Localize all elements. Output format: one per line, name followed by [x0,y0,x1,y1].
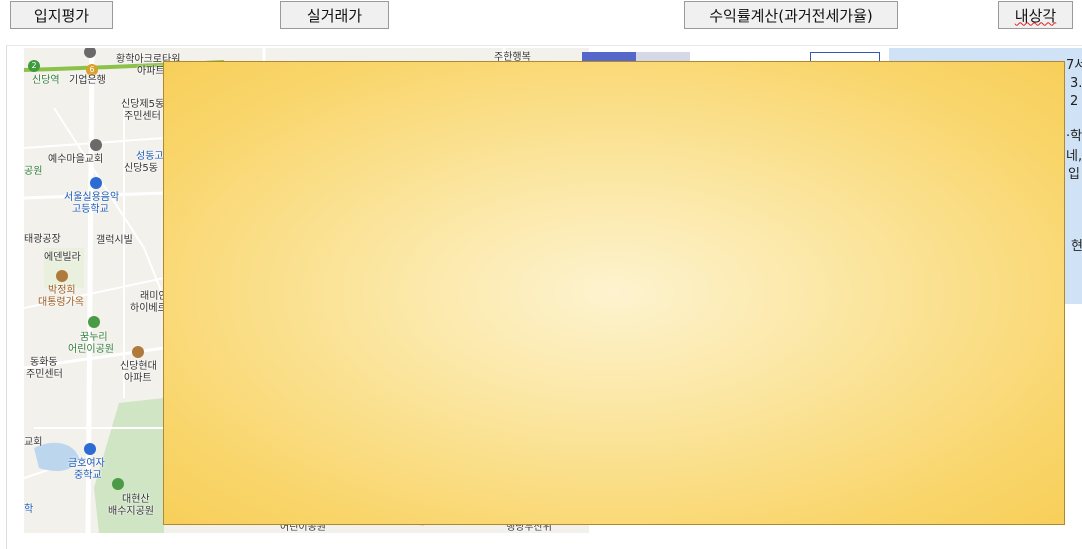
map-label: 신당역 [32,75,60,86]
panel-text: 입 [1068,167,1080,182]
real-transaction-price-button[interactable]: 실거래가 [280,1,389,29]
map-label: 대현산 [122,494,150,505]
panel-text: 7서 [1066,58,1082,73]
panel-text: 3. [1070,76,1082,91]
building-icon [132,346,144,358]
yield-calculation-button[interactable]: 수익률계산(과거전세가율) [684,1,898,29]
panel-text: 2 [1070,94,1079,109]
map-label: 신당현대 [120,361,157,372]
park-icon [88,316,100,328]
depreciation-label: 내상각 [1014,6,1057,25]
school-icon [84,443,96,455]
map-label: 하이베르 [130,303,167,314]
church-icon [90,139,102,151]
panel-text: 현 [1071,239,1082,254]
map-label: 신당5동 [124,163,158,174]
map-label: 성동고 [136,151,164,162]
map-label: 예수마을교회 [48,154,104,165]
map-label: 교회 [24,437,43,448]
map-label: 신당제5동 [121,99,165,110]
map-label: 서울실용음악 [64,192,120,203]
map-label: 기업은행 [69,75,106,86]
map-label: 공원 [24,166,43,177]
map-label: 주민센터 [26,369,63,380]
map-label: 어린이공원 [68,344,114,355]
school-icon [90,177,102,189]
map-label: 대통령가옥 [38,297,84,308]
map-label: 학 [24,504,34,515]
loading-overlay [163,61,1065,525]
panel-text: 네, [1066,149,1082,164]
map-label: 배수지공원 [108,506,154,517]
landmark-icon [56,270,68,282]
map-label: 동화동 [30,357,58,368]
map-label: 꿈누리 [80,332,108,343]
map-label: 주민센터 [124,111,161,122]
subway-line-2-icon: 2 [28,60,40,72]
map-label: 아파트 [124,373,152,384]
map-label: 고등학교 [72,204,109,215]
location-evaluation-button[interactable]: 입지평가 [10,1,113,29]
depreciation-button[interactable]: 내상각 [998,1,1073,29]
panel-text: ·학 [1066,129,1082,144]
map-label: 중학교 [74,470,102,481]
map-label: 박정희 [48,285,76,296]
map-label: 아파트 [137,66,165,77]
map-label: 금호여자 [68,458,105,469]
map-label: 갤럭시빌 [96,235,133,246]
map-label: 에덴빌라 [44,252,81,263]
park-icon [112,478,124,490]
map-label: 태광공장 [24,234,61,245]
